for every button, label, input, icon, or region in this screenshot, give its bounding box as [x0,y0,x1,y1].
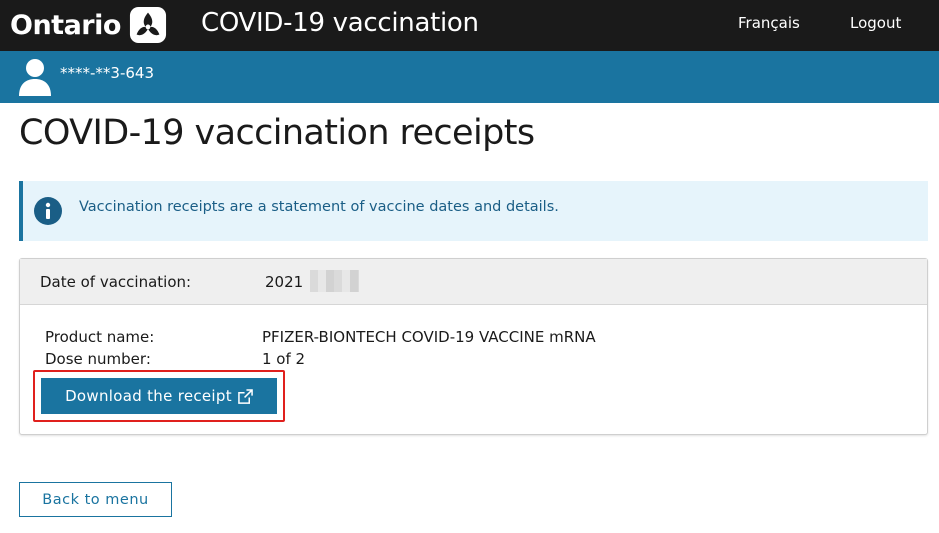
ontario-logo[interactable]: Ontario [10,3,167,47]
dose-number-value: 1 of 2 [262,350,306,368]
page-title: COVID-19 vaccination receipts [19,113,535,153]
receipt-card: Date of vaccination: 2021 Product name: … [19,258,928,435]
external-link-icon [238,388,253,404]
back-to-menu-button[interactable]: Back to menu [19,482,172,517]
app-title: COVID-19 vaccination [201,8,479,38]
user-bar: ****-**3-643 [0,51,939,103]
product-name-label: Product name: [45,328,155,346]
info-message: Vaccination receipts are a statement of … [79,199,559,215]
info-callout: Vaccination receipts are a statement of … [19,181,928,241]
receipt-card-header: Date of vaccination: 2021 [20,259,927,305]
ontario-trillium-icon [129,6,166,44]
logo-text: Ontario [10,9,121,41]
info-icon [34,197,62,225]
download-receipt-label: Download the receipt [65,387,232,405]
top-header: Ontario COVID-19 vaccination Français Lo… [0,0,939,51]
vaccination-date-value: 2021 [265,273,304,291]
vaccination-date-label: Date of vaccination: [40,273,192,291]
user-icon [19,59,51,96]
language-toggle-link[interactable]: Français [738,14,800,32]
redacted-date-mask [310,270,359,292]
logout-link[interactable]: Logout [850,14,901,32]
download-receipt-button[interactable]: Download the receipt [41,378,277,414]
product-name-value: PFIZER-BIONTECH COVID-19 VACCINE mRNA [262,328,596,346]
dose-number-label: Dose number: [45,350,151,368]
health-card-number: ****-**3-643 [60,64,154,82]
